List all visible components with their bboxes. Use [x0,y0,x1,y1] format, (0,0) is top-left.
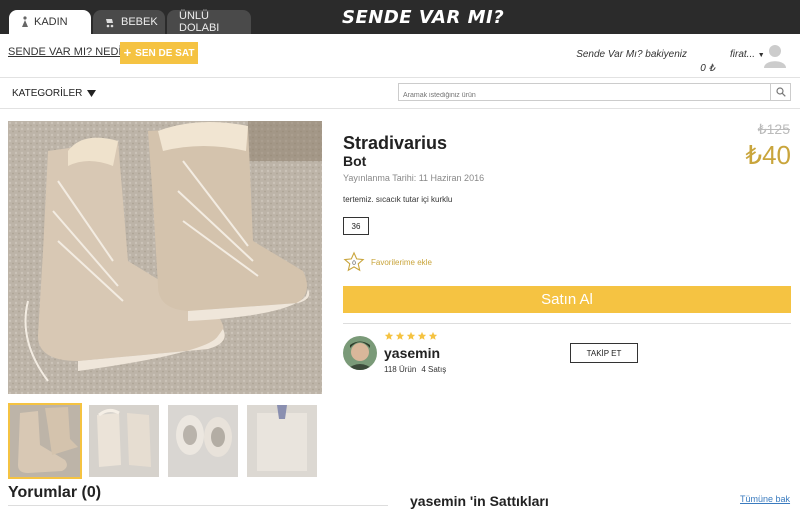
triangle-down-icon [87,90,97,97]
what-is-link[interactable]: SENDE VAR MI? NEDİR? [8,46,136,58]
size-badge: 36 [343,217,369,235]
star-icon [406,331,416,340]
thumbnail-4[interactable] [245,403,319,479]
favorite-label: Favorilerime ekle [371,257,432,267]
seller-name[interactable]: yasemin [384,345,440,361]
boots-photo [8,121,322,394]
star-outline-icon: 0 [343,251,365,272]
seller-avatar[interactable] [343,336,377,370]
categories-dropdown[interactable]: KATEGORİLER [12,88,97,99]
tab-bebek[interactable]: BEBEK [93,10,165,34]
site-logo[interactable]: SENDE VAR MI? [342,7,504,28]
thumbnail-strip [8,403,319,479]
user-avatar-icon[interactable] [764,44,786,68]
product-description: tertemiz. sıcacık tutar içi kurklu [343,195,453,204]
buy-button[interactable]: Satın Al [343,286,791,313]
stroller-icon [106,18,114,27]
divider [343,323,791,324]
seller-product-count: 118 Ürün [384,365,417,374]
search-box [398,83,791,104]
product-brand: Stradivarius [343,133,448,153]
product-main-image[interactable] [8,121,322,394]
category-bar: KATEGORİLER [0,79,800,109]
tab-unlu-dolabi[interactable]: ÜNLÜ DOLABI [167,10,251,34]
publish-date: Yayınlanma Tarihi: 11 Haziran 2016 [343,173,485,183]
thumbnail-1[interactable] [8,403,82,479]
see-all-link[interactable]: Tümüne bak [740,494,790,504]
sell-button-label: SEN DE SAT [135,47,195,59]
old-price: ₺125 [757,121,790,137]
current-price: ₺40 [745,140,791,170]
favorite-button[interactable]: 0 Favorilerime ekle [343,251,432,273]
sell-button[interactable]: + SEN DE SAT [120,42,198,64]
subheader: SENDE VAR MI? NEDİR? + SEN DE SAT Sende … [0,34,800,78]
seller-stats: 118 Ürün 4 Satış [384,365,446,374]
top-bar: KADIN BEBEK ÜNLÜ DOLABI SENDE VAR MI? [0,0,800,34]
plus-icon: + [123,45,132,60]
tab-label: KADIN [34,16,68,28]
star-icon [395,331,405,340]
balance-value: 0 ₺ [700,63,715,74]
search-icon [775,87,786,97]
favorite-count: 0 [352,260,356,267]
seller-sales-count: 4 Satış [421,365,447,374]
tab-label: BEBEK [121,16,158,28]
seller-items-title: yasemin 'in Sattıkları [410,493,549,509]
thumbnail-2[interactable] [87,403,161,479]
star-icon [384,331,394,340]
comments-title: Yorumlar (0) [8,484,102,501]
follow-button[interactable]: TAKİP ET [570,343,638,363]
seller-rating [384,331,438,341]
user-name: firat... [730,49,756,60]
woman-icon [22,15,28,27]
tab-label: ÜNLÜ DOLABI [179,10,220,34]
star-icon [417,331,427,340]
search-input[interactable] [399,87,769,104]
thumbnail-3[interactable] [166,403,240,479]
star-icon [428,331,438,340]
search-button[interactable] [770,84,790,100]
user-menu[interactable]: firat... ▼ [730,49,765,60]
categories-label: KATEGORİLER [12,88,83,99]
divider [8,505,388,506]
product-type: Bot [343,153,367,169]
balance-label: Sende Var Mı? bakiyeniz [576,49,687,60]
tab-kadin[interactable]: KADIN [9,10,91,34]
